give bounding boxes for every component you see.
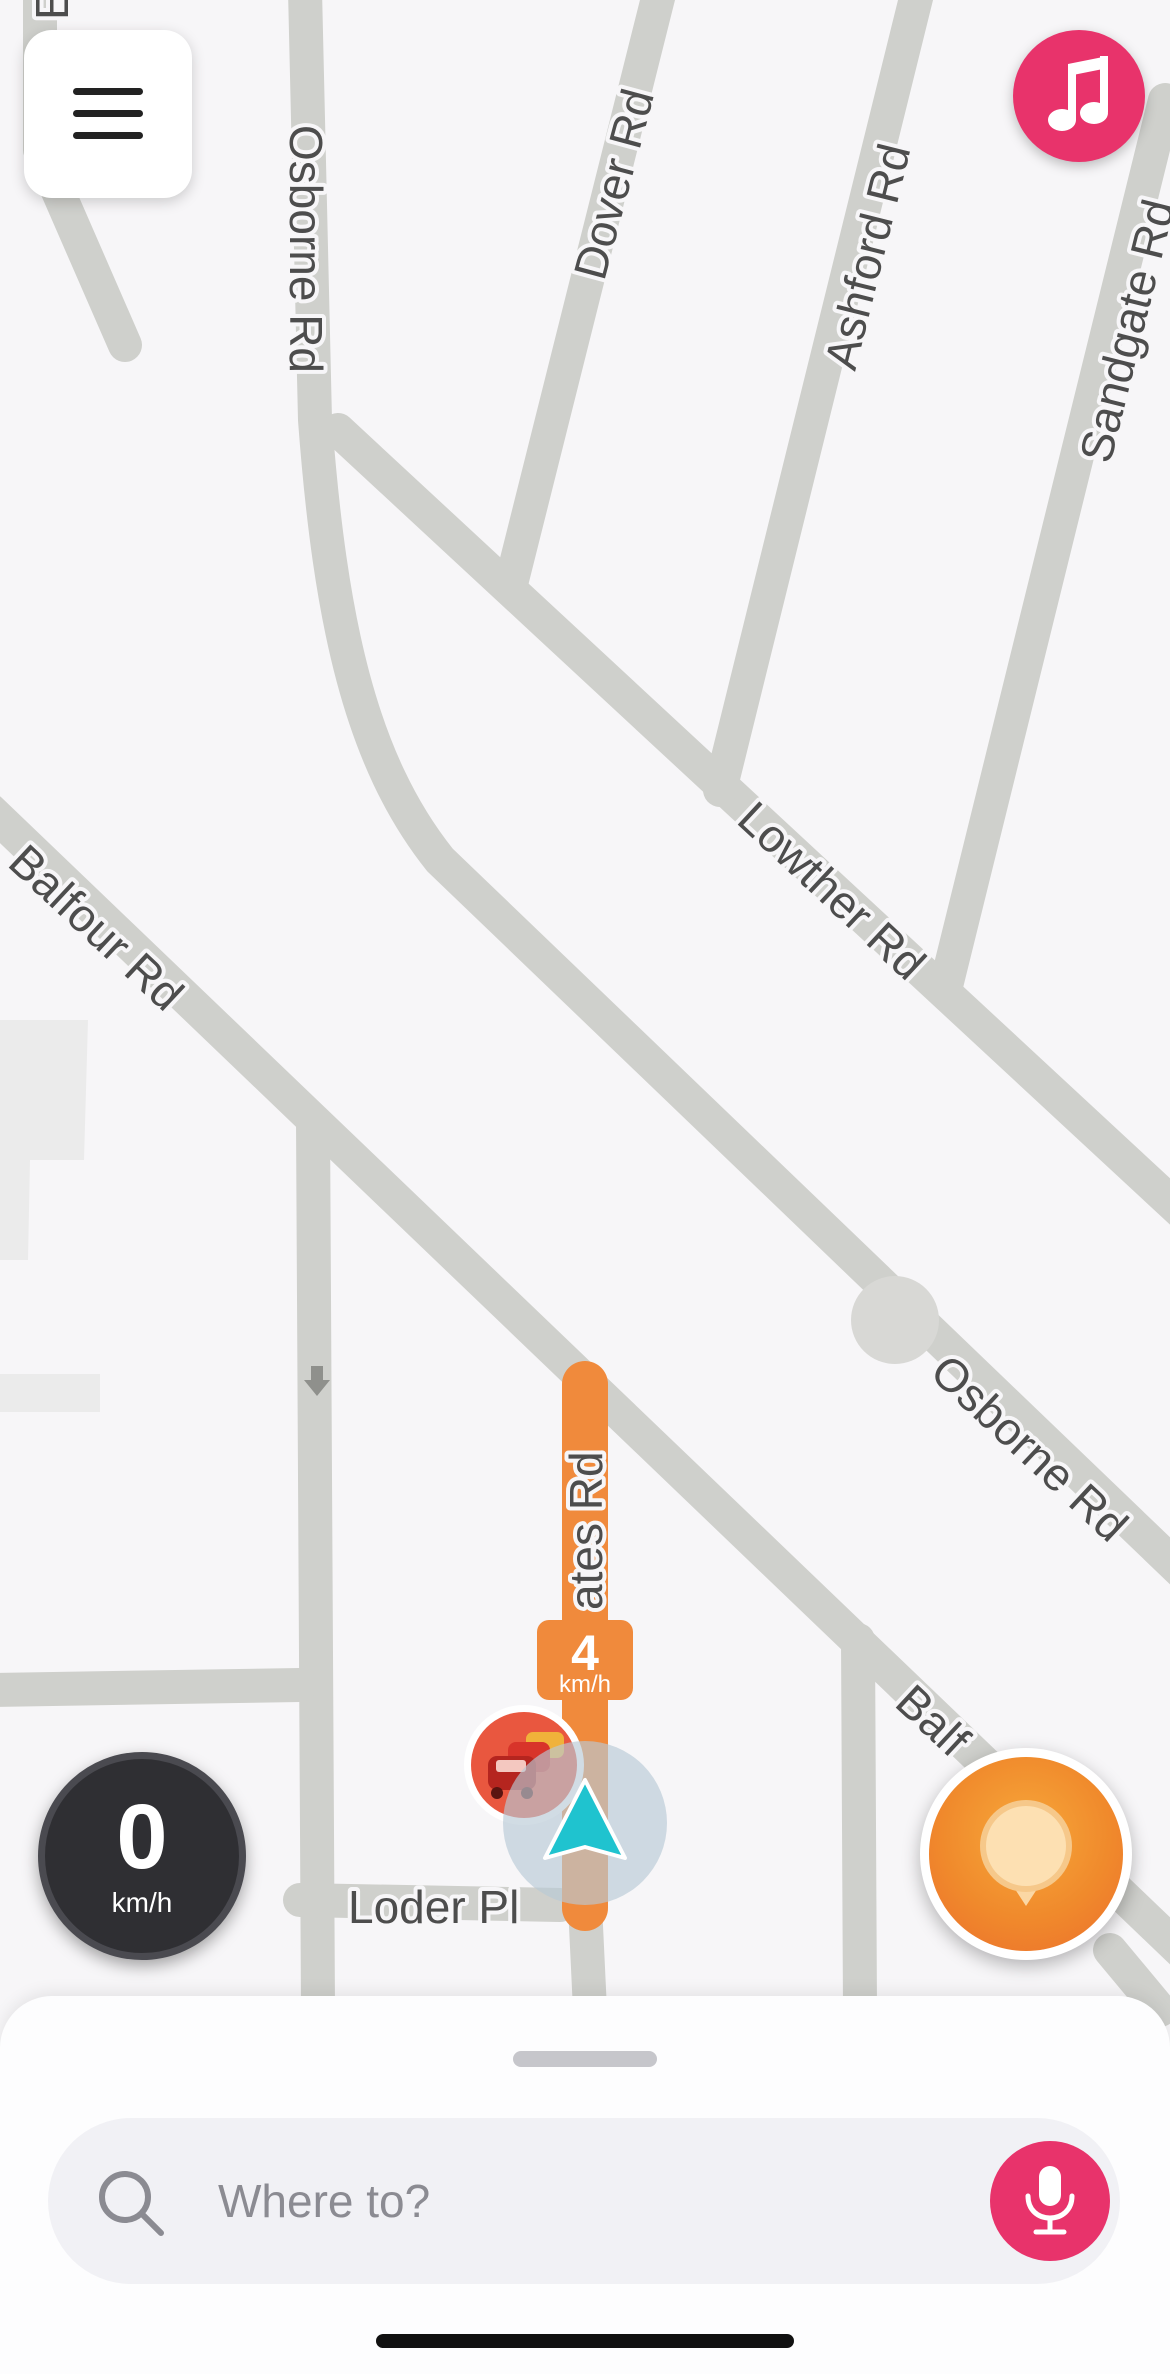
report-button-fill [929, 1757, 1123, 1951]
report-bubble-icon [980, 1800, 1072, 1906]
road-side-street [296, 1103, 335, 2027]
traffic-speed-unit: km/h [559, 1671, 611, 1698]
microphone-icon [1025, 2166, 1075, 2235]
street-label-loder-pl: Loder Pl [348, 1881, 519, 1933]
sheet-grabber-handle[interactable] [513, 2051, 657, 2067]
street-label-partial: E [26, 0, 78, 20]
search-placeholder[interactable]: Where to? [218, 2168, 430, 2234]
speedometer: 0 km/h [38, 1752, 246, 1960]
hamburger-icon [73, 88, 143, 139]
road-west-street [0, 1668, 317, 1707]
voice-search-button[interactable] [990, 2141, 1110, 2261]
roundabout [851, 1276, 939, 1364]
music-note-icon [1048, 56, 1108, 131]
street-label-osborne-rd: Osborne Rd [280, 125, 332, 373]
traffic-speed-bubble[interactable]: 4 km/h [537, 1620, 633, 1712]
report-button[interactable] [920, 1748, 1132, 1960]
street-label-yates-rd: ates Rd [560, 1451, 612, 1610]
road-east-street [841, 1623, 877, 2027]
search-bar[interactable] [48, 2118, 1120, 2284]
main-menu-button[interactable] [24, 30, 192, 198]
speed-unit: km/h [111, 1887, 173, 1918]
building-block [0, 1374, 100, 1412]
speed-value: 0 [116, 1786, 168, 1888]
home-indicator[interactable] [376, 2334, 794, 2348]
music-player-button[interactable] [1013, 30, 1145, 162]
search-icon [99, 2171, 164, 2236]
